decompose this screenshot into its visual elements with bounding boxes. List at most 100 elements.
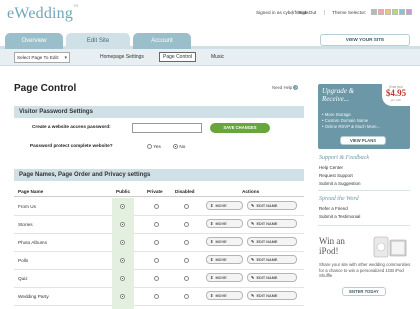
promo-features: More Storage Custom Domain Name Online R… — [322, 112, 381, 130]
edit-name-button[interactable]: ✎ EDIT NAME — [247, 219, 297, 228]
help-center-link[interactable]: Help Center — [319, 165, 343, 170]
divider — [318, 225, 410, 226]
password-protect-label: Password protect complete website? — [30, 143, 113, 148]
subnav-page-control[interactable]: Page Control — [159, 52, 197, 62]
save-changes-button[interactable]: SAVE CHANGES — [210, 123, 270, 133]
radio-public[interactable] — [120, 222, 125, 227]
spread-word-heading: Spread the Word — [319, 196, 359, 202]
support-heading: Support & Feedback — [319, 155, 369, 161]
promo-title: Upgrade & Receive... — [322, 87, 354, 103]
tab-overview[interactable]: Overview — [5, 33, 63, 49]
theme-swatch[interactable] — [399, 9, 405, 15]
radio-no[interactable] — [173, 144, 178, 150]
pencil-icon: ✎ — [251, 275, 255, 280]
move-label: MOVE — [215, 294, 227, 298]
radio-public[interactable] — [120, 258, 125, 263]
protect-no-option[interactable]: No — [173, 144, 185, 150]
radio-private[interactable] — [154, 222, 159, 227]
promo-title-line1: Upgrade & — [322, 87, 355, 95]
move-button[interactable]: ⇕ MOVE — [206, 219, 243, 228]
edit-name-label: EDIT NAME — [256, 240, 278, 244]
logo[interactable]: eWedding™ — [7, 5, 78, 23]
pencil-icon: ✎ — [251, 203, 255, 208]
subnav-music[interactable]: Music — [211, 54, 224, 60]
sign-out-link[interactable]: Sign Out — [298, 10, 316, 15]
radio-disabled[interactable] — [184, 294, 189, 299]
access-password-input[interactable] — [132, 123, 202, 133]
theme-swatch[interactable] — [385, 9, 391, 15]
radio-disabled[interactable] — [184, 204, 189, 209]
page-name: From Us — [18, 204, 36, 209]
tab-edit-site[interactable]: Edit Site — [66, 33, 130, 49]
pencil-icon: ✎ — [251, 239, 255, 244]
radio-private[interactable] — [154, 258, 159, 263]
move-arrows-icon: ⇕ — [210, 221, 214, 226]
enter-today-button[interactable]: ENTER TODAY — [342, 287, 386, 296]
tab-account[interactable]: Account — [133, 33, 191, 49]
radio-public[interactable] — [120, 204, 125, 209]
edit-name-button[interactable]: ✎ EDIT NAME — [247, 291, 297, 300]
refer-friend-link[interactable]: Refer a Friend — [319, 206, 348, 211]
page-title: Page Control — [14, 83, 77, 94]
move-button[interactable]: ⇕ MOVE — [206, 273, 243, 282]
page-select-dropdown[interactable]: Select Page To Edit: ▾ — [14, 52, 70, 63]
move-button[interactable]: ⇕ MOVE — [206, 255, 243, 264]
radio-private[interactable] — [154, 240, 159, 245]
page-name: Photo Albums — [18, 240, 47, 245]
request-support-link[interactable]: Request Support — [319, 173, 353, 178]
radio-disabled[interactable] — [184, 276, 189, 281]
edit-name-button[interactable]: ✎ EDIT NAME — [247, 273, 297, 282]
view-your-site-button[interactable]: VIEW YOUR SITE — [320, 34, 410, 46]
move-label: MOVE — [215, 222, 227, 226]
top-bar: eWedding™ Signed in as cyberfriends | Si… — [0, 0, 420, 30]
pencil-icon: ✎ — [251, 257, 255, 262]
theme-selector-label: Theme Selector: — [332, 10, 367, 15]
radio-private[interactable] — [154, 294, 159, 299]
pages-section-heading: Page Names, Page Order and Privacy setti… — [14, 169, 304, 181]
radio-yes[interactable] — [147, 144, 152, 150]
page-name: Quiz — [18, 276, 28, 281]
theme-swatch[interactable] — [392, 9, 398, 15]
radio-private[interactable] — [154, 204, 159, 209]
submit-testimonial-link[interactable]: Submit a Testimonial — [319, 214, 360, 219]
pencil-icon: ✎ — [251, 293, 255, 298]
pencil-icon: ✎ — [251, 221, 255, 226]
radio-public[interactable] — [120, 294, 125, 299]
radio-disabled[interactable] — [184, 240, 189, 245]
price-per: per mth — [390, 98, 402, 102]
move-button[interactable]: ⇕ MOVE — [206, 237, 243, 246]
protect-yes-option[interactable]: Yes — [147, 144, 161, 150]
access-password-label: Create a website access password: — [32, 124, 111, 129]
edit-name-label: EDIT NAME — [256, 222, 278, 226]
subnav-homepage-settings[interactable]: Homepage Settings — [100, 54, 144, 60]
radio-public[interactable] — [120, 240, 125, 245]
radio-disabled[interactable] — [184, 222, 189, 227]
need-help-link[interactable]: Need Help? — [272, 85, 299, 90]
table-row: Polls ⇕ MOVE ✎ EDIT NAME — [14, 252, 304, 270]
theme-swatch[interactable] — [371, 9, 377, 15]
move-label: MOVE — [215, 204, 227, 208]
pages-table-header: Page Name Public Private Disabled Action… — [14, 188, 304, 197]
radio-public[interactable] — [120, 276, 125, 281]
upgrade-promo: Upgrade & Receive... from just $4.95 per … — [318, 84, 410, 149]
submit-suggestion-link[interactable]: Submit a Suggestion — [319, 181, 361, 186]
edit-name-button[interactable]: ✎ EDIT NAME — [247, 237, 297, 246]
edit-name-button[interactable]: ✎ EDIT NAME — [247, 255, 297, 264]
page-select-value: Select Page To Edit: — [17, 55, 60, 60]
move-label: MOVE — [215, 276, 227, 280]
move-button[interactable]: ⇕ MOVE — [206, 291, 243, 300]
edit-name-button[interactable]: ✎ EDIT NAME — [247, 201, 297, 210]
view-plans-button[interactable]: VIEW PLANS — [340, 136, 386, 145]
radio-disabled[interactable] — [184, 258, 189, 263]
table-row: Wedding Party ⇕ MOVE ✎ EDIT NAME — [14, 288, 304, 306]
theme-swatch[interactable] — [406, 9, 412, 15]
move-button[interactable]: ⇕ MOVE — [206, 201, 243, 210]
separator: | — [324, 10, 326, 16]
radio-private[interactable] — [154, 276, 159, 281]
col-disabled: Disabled — [175, 189, 195, 194]
price-amount: $4.95 — [385, 88, 407, 98]
table-row: Stories ⇕ MOVE ✎ EDIT NAME — [14, 216, 304, 234]
theme-swatch[interactable] — [378, 9, 384, 15]
trademark-mark: ™ — [73, 5, 79, 10]
chevron-down-icon: ▾ — [64, 55, 67, 61]
